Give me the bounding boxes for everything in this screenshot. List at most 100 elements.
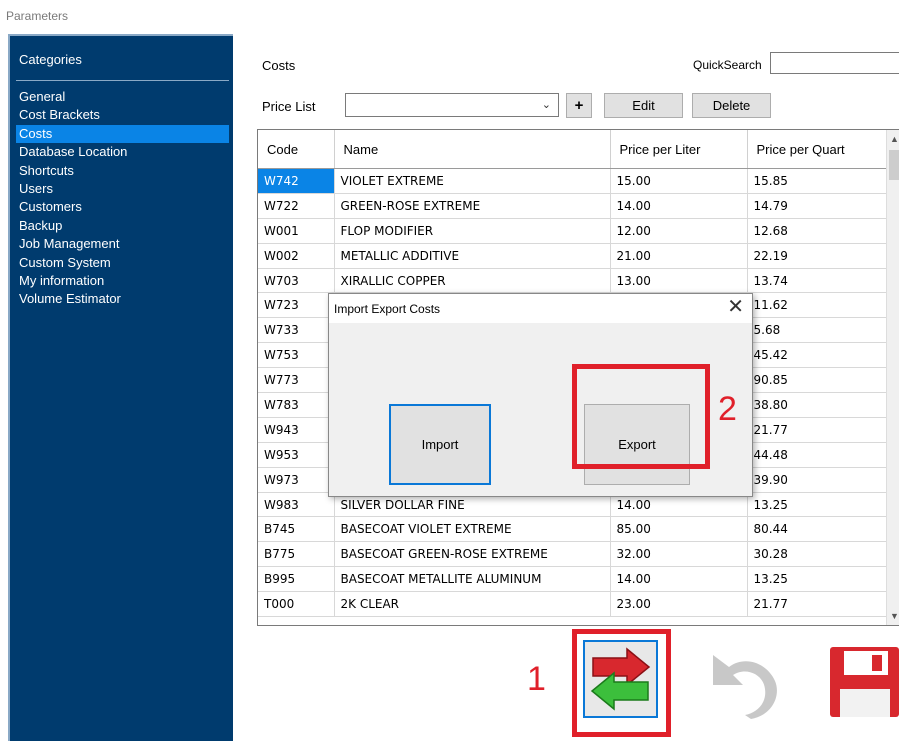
table-row[interactable]: W002 METALLIC ADDITIVE 21.00 22.19 bbox=[258, 243, 890, 269]
window-title: Parameters bbox=[6, 9, 69, 23]
table-cell[interactable]: 11.62 bbox=[747, 292, 890, 319]
table-scrollbar[interactable]: ▲ ▼ bbox=[886, 130, 899, 625]
edit-button[interactable]: Edit bbox=[604, 93, 683, 118]
table-cell[interactable]: 44.48 bbox=[747, 442, 890, 468]
import-button[interactable]: Import bbox=[389, 404, 491, 485]
table-cell[interactable]: 5.68 bbox=[747, 317, 890, 344]
scroll-thumb[interactable] bbox=[889, 150, 899, 180]
table-cell[interactable]: W723 bbox=[258, 292, 335, 319]
sidebar-item-my-information[interactable]: My information bbox=[16, 272, 229, 290]
table-cell[interactable]: FLOP MODIFIER bbox=[334, 218, 611, 244]
price-list-select[interactable]: ⌄ bbox=[345, 93, 559, 117]
column-header-price-per-liter[interactable]: Price per Liter bbox=[610, 130, 748, 169]
table-cell[interactable]: 15.00 bbox=[610, 168, 748, 194]
table-cell[interactable]: W742 bbox=[258, 168, 335, 194]
table-row[interactable]: T000 2K CLEAR 23.00 21.77 bbox=[258, 591, 890, 618]
table-cell[interactable]: 12.68 bbox=[747, 218, 890, 244]
table-cell[interactable]: W973 bbox=[258, 467, 335, 493]
table-cell[interactable]: 23.00 bbox=[610, 591, 748, 618]
table-row[interactable]: W703 XIRALLIC COPPER 13.00 13.74 bbox=[258, 268, 890, 294]
table-cell[interactable]: XIRALLIC COPPER bbox=[334, 268, 611, 294]
table-cell[interactable]: 32.00 bbox=[610, 541, 748, 568]
table-cell[interactable]: BASECOAT GREEN-ROSE EXTREME bbox=[334, 541, 611, 568]
sidebar-item-general[interactable]: General bbox=[16, 88, 229, 106]
table-cell[interactable]: W953 bbox=[258, 442, 335, 468]
sidebar-item-volume-estimator[interactable]: Volume Estimator bbox=[16, 290, 229, 308]
table-cell[interactable]: BASECOAT METALLITE ALUMINUM bbox=[334, 566, 611, 593]
table-cell[interactable]: GREEN-ROSE EXTREME bbox=[334, 193, 611, 219]
close-icon[interactable]: ✕ bbox=[727, 296, 744, 318]
sidebar-item-users[interactable]: Users bbox=[16, 180, 229, 198]
sidebar-item-custom-system[interactable]: Custom System bbox=[16, 254, 229, 272]
table-cell[interactable]: W773 bbox=[258, 367, 335, 394]
table-row[interactable]: B775 BASECOAT GREEN-ROSE EXTREME 32.00 30.2… bbox=[258, 541, 890, 568]
table-cell[interactable]: W783 bbox=[258, 392, 335, 418]
table-cell[interactable]: 38.80 bbox=[747, 392, 890, 418]
import-export-button[interactable] bbox=[583, 640, 658, 718]
table-cell[interactable]: W983 bbox=[258, 492, 335, 518]
table-row[interactable]: W001 FLOP MODIFIER 12.00 12.68 bbox=[258, 218, 890, 244]
table-cell[interactable]: 85.00 bbox=[610, 516, 748, 543]
table-cell[interactable]: 14.79 bbox=[747, 193, 890, 219]
column-header-name[interactable]: Name bbox=[334, 130, 611, 169]
table-row[interactable]: W722 GREEN-ROSE EXTREME 14.00 14.79 bbox=[258, 193, 890, 219]
save-button[interactable] bbox=[828, 645, 899, 719]
section-title: Costs bbox=[262, 58, 296, 73]
annotation-step-2: 2 bbox=[718, 390, 737, 428]
table-cell[interactable]: B745 bbox=[258, 516, 335, 543]
table-cell[interactable]: 21.00 bbox=[610, 243, 748, 269]
table-cell[interactable]: W001 bbox=[258, 218, 335, 244]
table-cell[interactable]: 15.85 bbox=[747, 168, 890, 194]
delete-button[interactable]: Delete bbox=[692, 93, 771, 118]
table-cell[interactable]: 21.77 bbox=[747, 417, 890, 443]
table-cell[interactable]: W733 bbox=[258, 317, 335, 344]
table-cell[interactable]: W002 bbox=[258, 243, 335, 269]
table-cell[interactable]: W753 bbox=[258, 342, 335, 369]
table-cell[interactable]: 21.77 bbox=[747, 591, 890, 618]
table-cell[interactable]: BASECOAT VIOLET EXTREME bbox=[334, 516, 611, 543]
table-cell[interactable]: 13.25 bbox=[747, 566, 890, 593]
undo-icon bbox=[713, 655, 777, 719]
table-cell[interactable]: 12.00 bbox=[610, 218, 748, 244]
table-cell[interactable]: METALLIC ADDITIVE bbox=[334, 243, 611, 269]
table-row[interactable]: B995 BASECOAT METALLITE ALUMINUM 14.00 13.2… bbox=[258, 566, 890, 593]
quicksearch-input[interactable] bbox=[770, 52, 899, 74]
sidebar-item-customers[interactable]: Customers bbox=[16, 198, 229, 216]
table-cell[interactable]: W943 bbox=[258, 417, 335, 443]
column-header-code[interactable]: Code bbox=[258, 130, 335, 169]
annotation-step-1: 1 bbox=[527, 660, 546, 698]
sidebar-item-database-location[interactable]: Database Location bbox=[16, 143, 229, 161]
sidebar-item-costs[interactable]: Costs bbox=[16, 124, 229, 144]
scroll-down-icon[interactable]: ▼ bbox=[890, 611, 899, 621]
table-cell[interactable]: W722 bbox=[258, 193, 335, 219]
table-cell[interactable]: 22.19 bbox=[747, 243, 890, 269]
table-cell[interactable]: T000 bbox=[258, 591, 335, 618]
table-cell[interactable]: 13.00 bbox=[610, 268, 748, 294]
table-cell[interactable]: 14.00 bbox=[610, 566, 748, 593]
table-cell[interactable]: 30.28 bbox=[747, 541, 890, 568]
add-price-list-button[interactable]: + bbox=[566, 93, 592, 118]
price-list-label: Price List bbox=[262, 99, 316, 114]
import-export-icon bbox=[590, 647, 651, 711]
sidebar-item-job-management[interactable]: Job Management bbox=[16, 235, 229, 253]
table-cell[interactable]: B995 bbox=[258, 566, 335, 593]
scroll-up-icon[interactable]: ▲ bbox=[890, 134, 899, 144]
sidebar-item-cost-brackets[interactable]: Cost Brackets bbox=[16, 106, 229, 124]
table-cell[interactable]: VIOLET EXTREME bbox=[334, 168, 611, 194]
table-cell[interactable]: 39.90 bbox=[747, 467, 890, 493]
table-cell[interactable]: 13.25 bbox=[747, 492, 890, 518]
table-cell[interactable]: 80.44 bbox=[747, 516, 890, 543]
sidebar-item-shortcuts[interactable]: Shortcuts bbox=[16, 162, 229, 180]
table-cell[interactable]: W703 bbox=[258, 268, 335, 294]
table-row[interactable]: W742 VIOLET EXTREME 15.00 15.85 bbox=[258, 168, 890, 194]
table-cell[interactable]: 2K CLEAR bbox=[334, 591, 611, 618]
table-cell[interactable]: 14.00 bbox=[610, 193, 748, 219]
table-cell[interactable]: B775 bbox=[258, 541, 335, 568]
sidebar-item-backup[interactable]: Backup bbox=[16, 217, 229, 235]
table-cell[interactable]: 13.74 bbox=[747, 268, 890, 294]
table-cell[interactable]: 90.85 bbox=[747, 367, 890, 394]
column-header-price-per-quart[interactable]: Price per Quart bbox=[747, 130, 890, 169]
table-cell[interactable]: 45.42 bbox=[747, 342, 890, 369]
table-row[interactable]: B745 BASECOAT VIOLET EXTREME 85.00 80.44 bbox=[258, 516, 890, 543]
undo-button[interactable] bbox=[705, 645, 782, 719]
